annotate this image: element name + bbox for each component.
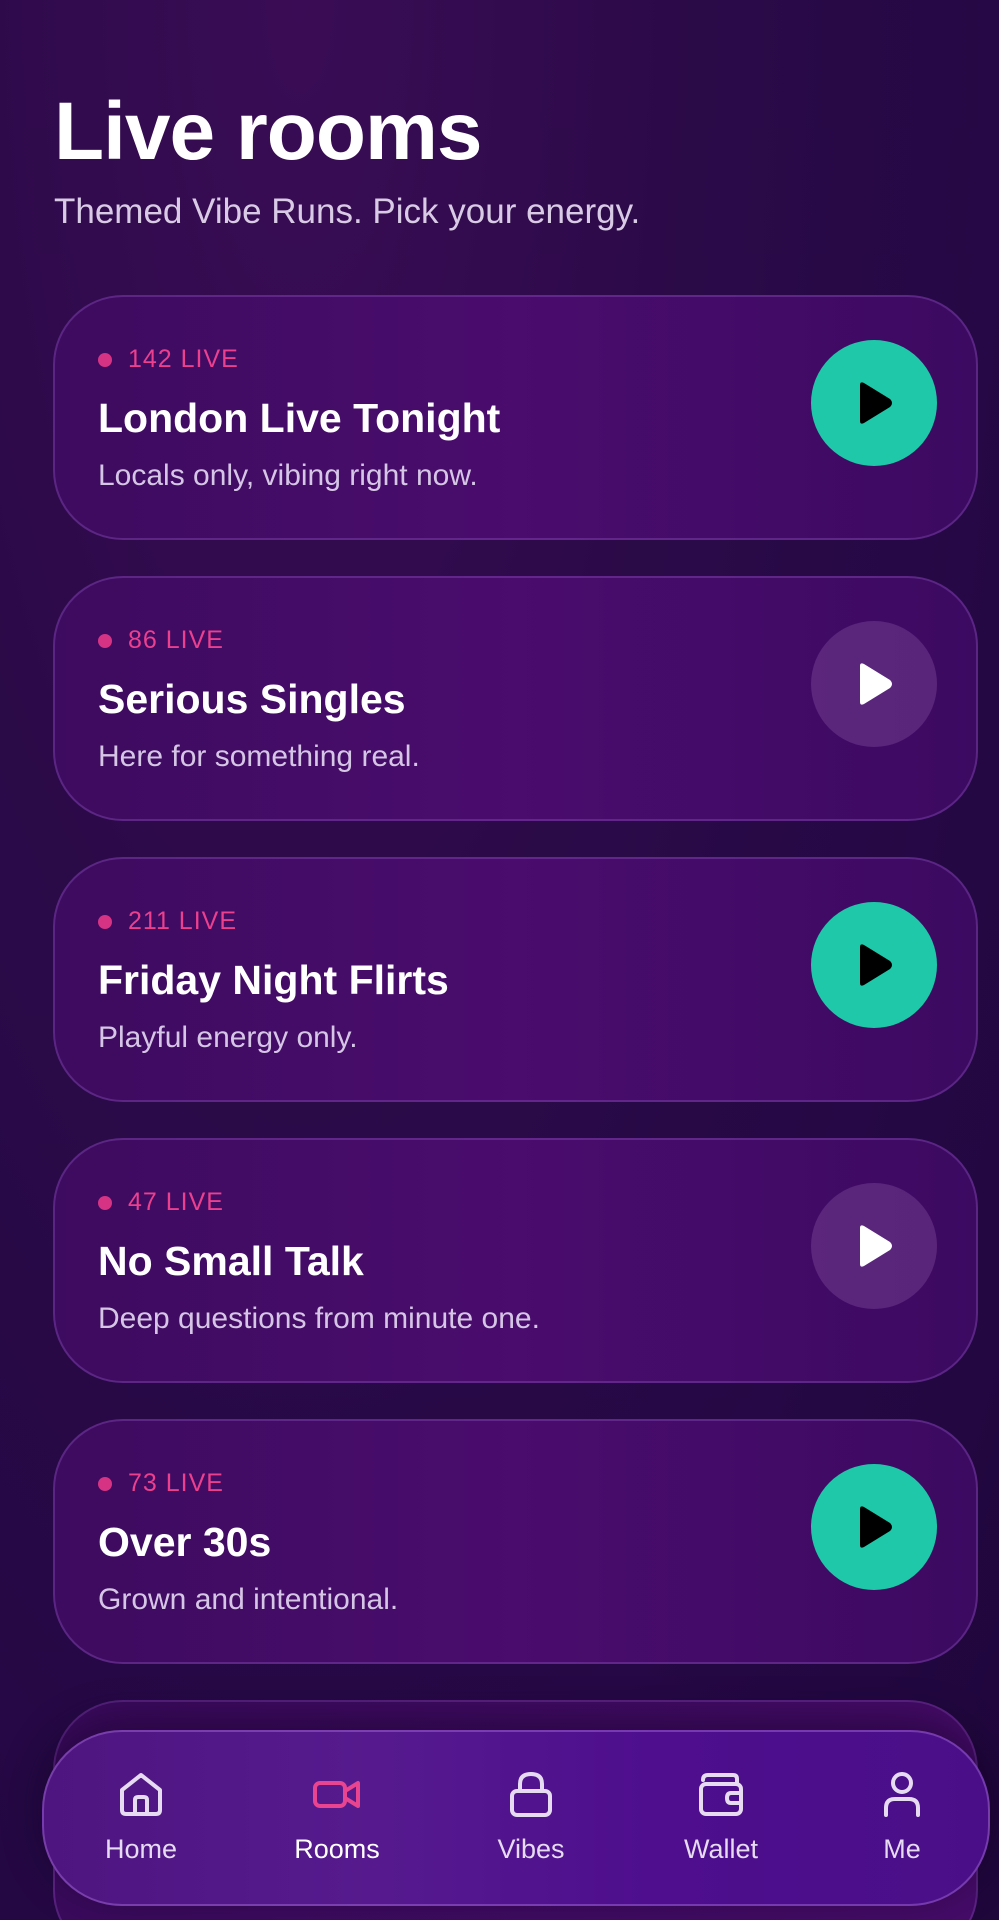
play-icon <box>860 663 892 705</box>
live-count: 211 LIVE <box>98 907 237 936</box>
header: Live rooms Themed Vibe Runs. Pick your e… <box>54 84 954 234</box>
tab-home[interactable]: Home <box>66 1768 216 1865</box>
play-icon <box>860 1225 892 1267</box>
video-camera-icon <box>313 1781 360 1808</box>
play-button[interactable] <box>811 902 937 1028</box>
play-button[interactable] <box>811 1464 937 1590</box>
room-description: Deep questions from minute one. <box>98 1302 540 1335</box>
live-count: 142 LIVE <box>98 345 239 374</box>
play-button[interactable] <box>811 340 937 466</box>
tab-wallet[interactable]: Wallet <box>646 1768 796 1865</box>
live-dot-icon <box>98 914 112 929</box>
lock-icon <box>510 1772 552 1817</box>
room-card-friday-night-flirts[interactable]: 211 LIVE Friday Night Flirts Playful ene… <box>53 857 978 1102</box>
room-title: Serious Singles <box>98 676 406 722</box>
user-icon <box>884 1772 920 1817</box>
live-dot-icon <box>98 352 112 367</box>
tab-wallet-label: Wallet <box>683 1834 758 1864</box>
bottom-tab-bar: Home Rooms Vibes Wallet Me <box>42 1730 990 1906</box>
room-title: Over 30s <box>98 1519 272 1565</box>
tab-vibes[interactable]: Vibes <box>456 1768 606 1865</box>
room-card-over-30s[interactable]: 73 LIVE Over 30s Grown and intentional. <box>53 1419 978 1664</box>
tab-rooms-label: Rooms <box>294 1834 380 1864</box>
page-subtitle: Themed Vibe Runs. Pick your energy. <box>54 192 641 231</box>
home-icon <box>120 1773 162 1816</box>
room-card-serious-singles[interactable]: 86 LIVE Serious Singles Here for somethi… <box>53 576 978 821</box>
live-count: 86 LIVE <box>98 626 224 655</box>
tab-rooms[interactable]: Rooms <box>262 1768 412 1865</box>
play-icon <box>860 944 892 986</box>
live-count-label: 73 LIVE <box>128 1469 224 1497</box>
wallet-icon <box>699 1773 743 1816</box>
live-count-label: 86 LIVE <box>128 626 224 654</box>
room-description: Here for something real. <box>98 740 420 773</box>
tab-vibes-label: Vibes <box>497 1834 565 1864</box>
room-description: Grown and intentional. <box>98 1583 399 1616</box>
room-description: Playful energy only. <box>98 1021 358 1054</box>
play-icon <box>860 382 892 424</box>
live-count-label: 142 LIVE <box>128 345 239 373</box>
live-dot-icon <box>98 633 112 648</box>
live-count-label: 211 LIVE <box>128 907 238 935</box>
room-title: Friday Night Flirts <box>98 957 449 1003</box>
live-dot-icon <box>98 1476 112 1491</box>
live-count: 47 LIVE <box>98 1188 224 1217</box>
page-title: Live rooms <box>54 86 482 177</box>
tab-me-label: Me <box>883 1834 921 1864</box>
play-button[interactable] <box>811 1183 937 1309</box>
room-title: London Live Tonight <box>98 395 501 441</box>
live-dot-icon <box>98 1195 112 1210</box>
room-title: No Small Talk <box>98 1238 364 1284</box>
play-icon <box>860 1506 892 1548</box>
live-count-label: 47 LIVE <box>128 1188 224 1216</box>
room-card-london-live-tonight[interactable]: 142 LIVE London Live Tonight Locals only… <box>53 295 978 540</box>
tab-home-label: Home <box>104 1834 178 1864</box>
play-button[interactable] <box>811 621 937 747</box>
room-description: Locals only, vibing right now. <box>98 459 478 492</box>
tab-me[interactable]: Me <box>827 1768 977 1865</box>
live-count: 73 LIVE <box>98 1469 224 1498</box>
room-card-no-small-talk[interactable]: 47 LIVE No Small Talk Deep questions fro… <box>53 1138 978 1383</box>
